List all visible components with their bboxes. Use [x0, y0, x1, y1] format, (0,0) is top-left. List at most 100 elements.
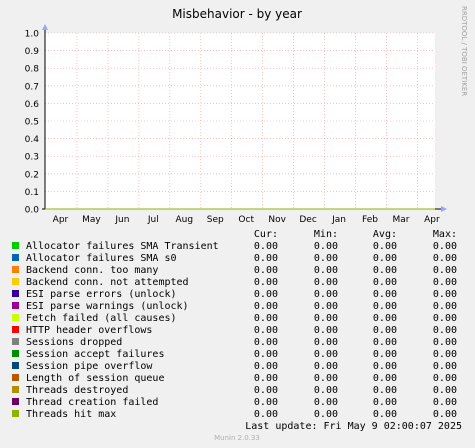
legend-value-cur: 0.00: [254, 277, 278, 288]
y-tick-label: 0.7: [25, 82, 39, 92]
munin-graph: Misbehavior - by year RRDTOOL / TOBI OET…: [12, 6, 468, 442]
legend-swatch: [12, 350, 19, 357]
legend-series-name: HTTP header overflows: [26, 325, 152, 336]
legend-series-name: Backend conn. not attempted: [26, 277, 189, 288]
legend-value-avg: 0.00: [373, 337, 397, 348]
y-tick-label: 0.8: [25, 65, 40, 75]
legend-value-max: 0.00: [433, 397, 457, 408]
legend-value-cur: 0.00: [254, 241, 278, 252]
y-tick-label: 0.2: [25, 170, 39, 180]
legend-series-name: Allocator failures SMA s0: [26, 253, 177, 264]
legend-value-min: 0.00: [314, 361, 338, 372]
legend-swatch: [12, 326, 19, 333]
legend-value-min: 0.00: [314, 373, 338, 384]
legend-value-max: 0.00: [433, 349, 457, 360]
x-axis-arrow: [441, 206, 447, 212]
legend-value-min: 0.00: [314, 289, 338, 300]
legend-value-min: 0.00: [314, 253, 338, 264]
legend-swatch: [12, 290, 19, 297]
x-tick-label: Jun: [114, 215, 129, 225]
y-tick-label: 0.6: [25, 100, 40, 110]
legend-swatch: [12, 386, 19, 393]
legend-value-max: 0.00: [433, 301, 457, 312]
legend-value-avg: 0.00: [373, 313, 397, 324]
legend-value-max: 0.00: [433, 313, 457, 324]
y-tick-label: 0.0: [25, 206, 40, 216]
legend-value-min: 0.00: [314, 277, 338, 288]
legend-swatch: [12, 374, 19, 381]
x-axis-ticks: Apr May Jun Jul Aug Sep Oct Nov Dec Jan Feb Mar Apr: [53, 215, 440, 225]
legend-value-min: 0.00: [314, 397, 338, 408]
legend-value-max: 0.00: [433, 325, 457, 336]
legend-value-cur: 0.00: [254, 289, 278, 300]
x-tick-label: Aug: [175, 215, 193, 225]
x-tick-label: Apr: [53, 215, 69, 225]
legend-value-min: 0.00: [314, 301, 338, 312]
x-tick-label: Nov: [268, 215, 286, 225]
legend-header: Max:: [433, 229, 457, 240]
legend-value-min: 0.00: [314, 349, 338, 360]
legend-series-name: Sessions dropped: [26, 337, 122, 348]
legend-series-name: Length of session queue: [26, 373, 164, 384]
legend-value-avg: 0.00: [373, 397, 397, 408]
x-tick-label: Dec: [299, 215, 316, 225]
legend-value-min: 0.00: [314, 325, 338, 336]
legend-header: Avg:: [373, 229, 397, 240]
legend-value-avg: 0.00: [373, 277, 397, 288]
legend-value-cur: 0.00: [254, 325, 278, 336]
y-tick-label: 0.9: [25, 47, 40, 57]
legend-value-avg: 0.00: [373, 253, 397, 264]
legend-value-cur: 0.00: [254, 409, 278, 420]
y-tick-label: 1.0: [25, 30, 40, 40]
legend-value-avg: 0.00: [373, 241, 397, 252]
legend-header: Min:: [314, 229, 338, 240]
legend-value-cur: 0.00: [254, 385, 278, 396]
y-axis-ticks: 0.0 0.1 0.2 0.3 0.4 0.5 0.6 0.7 0.8 0.9 1.0: [25, 30, 40, 216]
legend-swatch: [12, 362, 19, 369]
legend-value-min: 0.00: [314, 241, 338, 252]
legend-value-max: 0.00: [433, 289, 457, 300]
legend-value-avg: 0.00: [373, 361, 397, 372]
legend-value-cur: 0.00: [254, 301, 278, 312]
x-tick-label: Oct: [238, 215, 254, 225]
legend: Cur: Min: Avg: Max: Allocator failures SMA T…: [12, 229, 457, 420]
legend-value-min: 0.00: [314, 337, 338, 348]
y-axis-arrow: [42, 24, 48, 30]
y-tick-label: 0.3: [25, 153, 39, 163]
legend-series-name: Session accept failures: [26, 349, 164, 360]
legend-value-max: 0.00: [433, 337, 457, 348]
legend-value-avg: 0.00: [373, 325, 397, 336]
legend-series-name: Backend conn. too many: [26, 265, 158, 276]
legend-value-avg: 0.00: [373, 349, 397, 360]
legend-series-name: Allocator failures SMA Transient: [26, 241, 219, 252]
y-tick-label: 0.4: [25, 135, 40, 145]
x-tick-label: Jul: [147, 215, 159, 225]
legend-value-avg: 0.00: [373, 373, 397, 384]
y-tick-label: 0.1: [25, 188, 39, 198]
x-tick-label: Apr: [424, 215, 440, 225]
legend-value-cur: 0.00: [254, 337, 278, 348]
legend-swatch: [12, 278, 19, 285]
x-tick-label: Sep: [207, 215, 224, 225]
legend-value-avg: 0.00: [373, 265, 397, 276]
legend-swatch: [12, 314, 19, 321]
last-update: Last update: Fri May 9 02:00:07 2025: [245, 421, 462, 432]
legend-series-name: Threads hit max: [26, 409, 116, 420]
legend-swatch: [12, 242, 19, 249]
x-tick-label: May: [82, 215, 101, 225]
legend-series-name: Fetch failed (all causes): [26, 313, 177, 324]
legend-value-max: 0.00: [433, 361, 457, 372]
legend-swatch: [12, 398, 19, 405]
y-tick-label: 0.5: [25, 118, 39, 128]
legend-value-max: 0.00: [433, 241, 457, 252]
legend-header: Cur:: [254, 229, 278, 240]
legend-swatch: [12, 338, 19, 345]
x-tick-label: Feb: [362, 215, 378, 225]
legend-value-min: 0.00: [314, 313, 338, 324]
legend-series-name: Thread creation failed: [26, 397, 158, 408]
legend-swatch: [12, 410, 19, 417]
legend-value-max: 0.00: [433, 373, 457, 384]
legend-swatch: [12, 254, 19, 261]
x-tick-label: Mar: [392, 215, 409, 225]
legend-value-min: 0.00: [314, 385, 338, 396]
